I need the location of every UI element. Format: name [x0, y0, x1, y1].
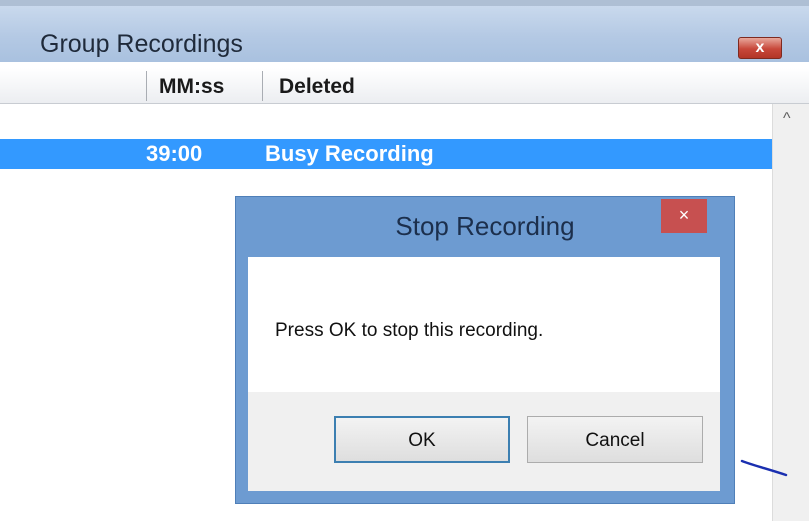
row-status: Busy Recording: [265, 141, 434, 166]
column-separator[interactable]: [262, 71, 263, 101]
table-row[interactable]: 39:00 Busy Recording: [0, 139, 772, 169]
stop-recording-dialog: Stop Recording × Press OK to stop this r…: [235, 196, 735, 504]
window-titlebar: Group Recordings x: [0, 0, 809, 62]
column-header-mmss[interactable]: MM:ss: [159, 75, 224, 99]
ok-button[interactable]: OK: [334, 416, 510, 463]
window-close-button[interactable]: x: [738, 37, 782, 59]
close-icon: ×: [678, 205, 690, 225]
dialog-button-bar: OK Cancel: [248, 392, 720, 491]
dialog-message: Press OK to stop this recording.: [275, 320, 544, 341]
pen-stroke-mark: [740, 459, 788, 477]
dialog-close-button[interactable]: ×: [661, 199, 707, 233]
close-icon: x: [755, 39, 765, 56]
column-header-deleted[interactable]: Deleted: [279, 75, 355, 99]
column-separator[interactable]: [146, 71, 147, 101]
column-header-row: MM:ss Deleted: [0, 68, 809, 104]
row-time: 39:00: [146, 141, 203, 166]
window-title: Group Recordings: [40, 30, 243, 58]
cancel-button[interactable]: Cancel: [527, 416, 703, 463]
dialog-title: Stop Recording: [395, 211, 575, 241]
dialog-body: Press OK to stop this recording. OK Canc…: [248, 257, 720, 491]
scroll-up-arrow-icon[interactable]: ^: [783, 110, 791, 128]
